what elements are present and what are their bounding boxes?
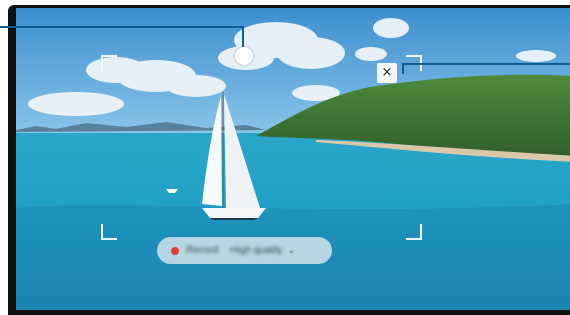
move-handle[interactable] [235, 47, 253, 65]
callout-line-handle-vertical [242, 26, 244, 47]
video-player-screen: × Record High quality ⌄ [16, 8, 570, 310]
frame-corner-bottom-left[interactable] [101, 224, 117, 240]
chevron-down-icon: ⌄ [287, 245, 296, 256]
callout-line-close-horizontal [402, 63, 570, 65]
callout-line-close-vertical [402, 63, 404, 74]
frame-corner-top-left[interactable] [101, 55, 117, 71]
frame-corner-bottom-right[interactable] [406, 224, 422, 240]
close-button[interactable]: × [377, 63, 397, 83]
record-indicator-icon [171, 246, 179, 255]
callout-line-handle-horizontal [0, 26, 243, 28]
quality-label: High quality [230, 245, 283, 256]
recording-quality-bar[interactable]: Record High quality ⌄ [157, 237, 332, 264]
close-icon: × [381, 65, 393, 80]
video-scene [16, 8, 570, 310]
record-label: Record [186, 245, 219, 256]
